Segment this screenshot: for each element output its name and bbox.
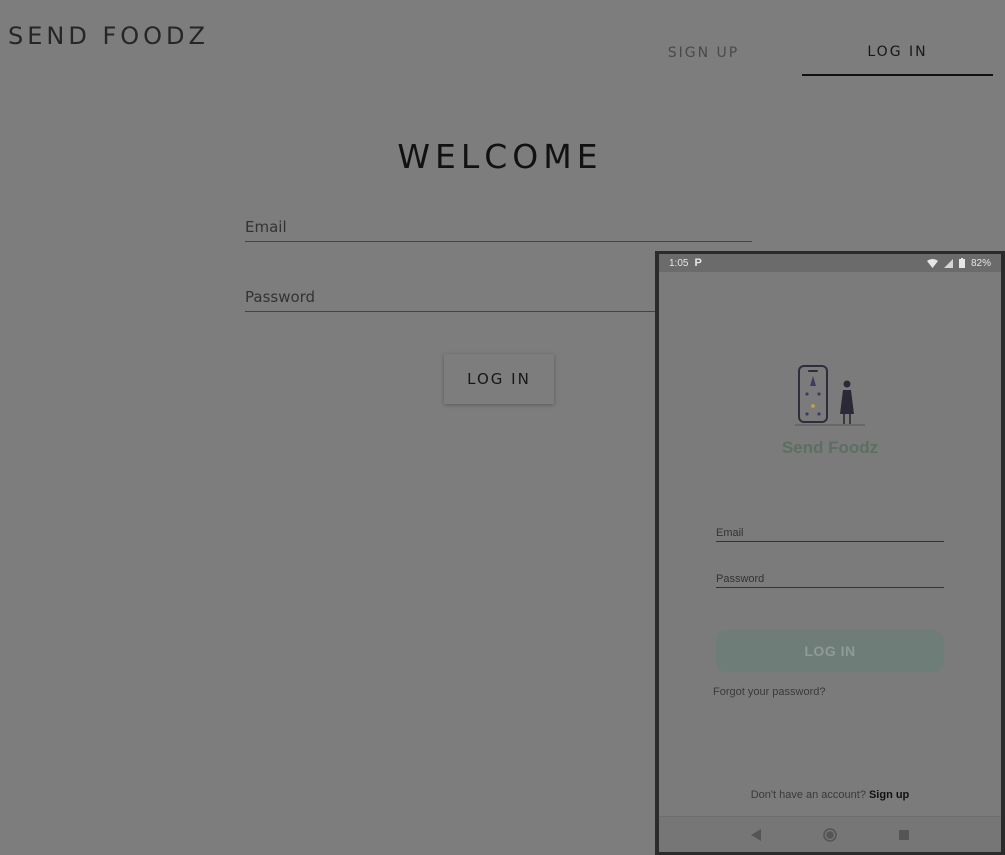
phone-nav-bar (659, 816, 1001, 852)
phone-signup-prompt: Don't have an account? Sign up (659, 789, 1001, 801)
phone-screen: 1:05 P 82% Send Foodz Email Password LOG… (659, 254, 1001, 852)
home-icon[interactable] (823, 827, 837, 842)
battery-icon (958, 258, 965, 268)
tab-log-in[interactable]: LOG IN (802, 30, 993, 76)
phone-login-button[interactable]: LOG IN (716, 630, 944, 672)
notification-icon: P (694, 257, 702, 269)
phone-signup-link[interactable]: Sign up (869, 789, 909, 801)
phone-status-bar: 1:05 P 82% (659, 254, 1001, 272)
recents-icon[interactable] (897, 828, 911, 842)
status-time: 1:05 (669, 257, 689, 269)
phone-password-field[interactable]: Password (716, 570, 944, 588)
phone-app-name: Send Foodz (781, 438, 879, 457)
tab-sign-up[interactable]: SIGN UP (608, 30, 799, 76)
signal-icon (943, 258, 953, 268)
brand-logo[interactable]: SEND FOODZ (8, 22, 209, 50)
phone-illustration-icon (795, 365, 865, 426)
status-battery: 82% (970, 257, 991, 269)
phone-forgot-password-link[interactable]: Forgot your password? (713, 686, 826, 698)
login-button[interactable]: LOG IN (444, 354, 554, 404)
phone-preview: 1:05 P 82% Send Foodz Email Password LOG… (655, 251, 1005, 855)
wifi-icon (926, 258, 938, 268)
phone-email-field[interactable]: Email (716, 524, 944, 542)
email-field[interactable] (245, 213, 752, 241)
email-field-wrapper (245, 213, 752, 242)
back-icon[interactable] (749, 828, 763, 842)
page-title: WELCOME (397, 137, 603, 176)
phone-signup-text: Don't have an account? (750, 789, 866, 801)
